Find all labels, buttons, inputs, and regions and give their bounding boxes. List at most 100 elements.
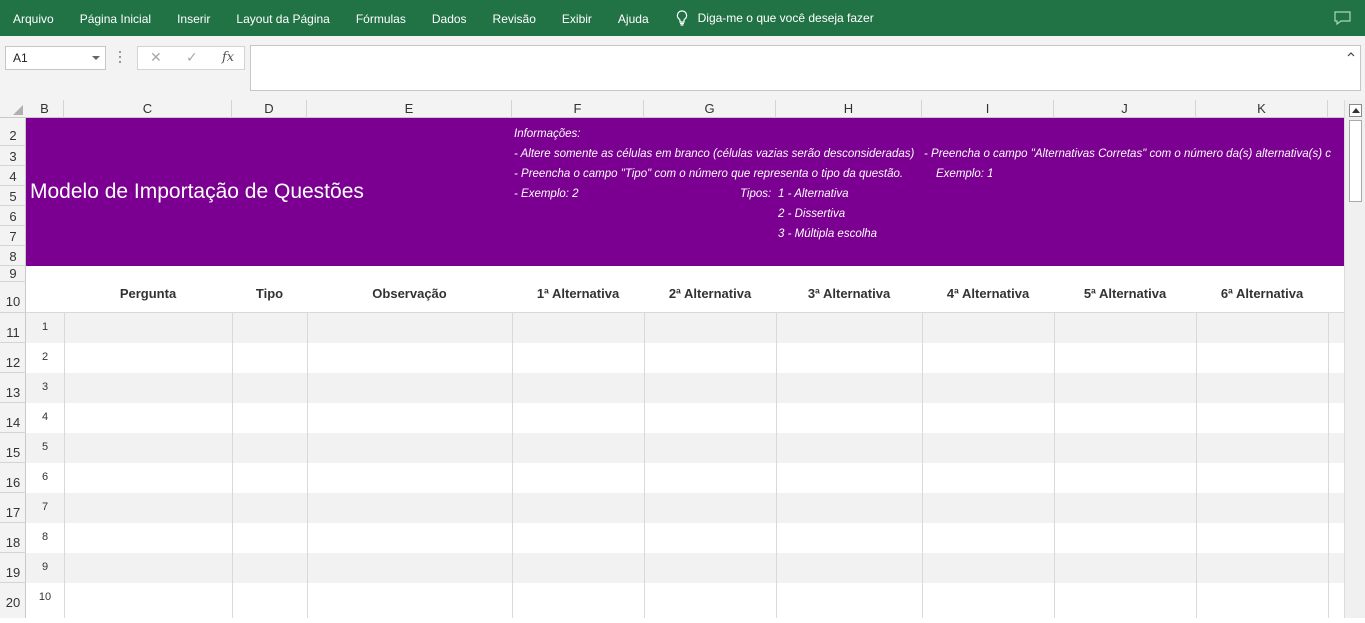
ribbon-menu-bar: Arquivo Página Inicial Inserir Layout da… xyxy=(0,0,1365,36)
header-pergunta[interactable]: Pergunta xyxy=(64,286,232,301)
tipo-item: 1 - Alternativa xyxy=(778,188,849,200)
tipo-item: 3 - Múltipla escolha xyxy=(778,228,878,240)
name-box[interactable]: A1 xyxy=(5,46,106,70)
row-header[interactable]: 14 xyxy=(0,403,26,433)
cancel-icon[interactable]: ✕ xyxy=(150,49,162,66)
info-line: Exemplo: 1 xyxy=(936,168,992,180)
row-header[interactable]: 15 xyxy=(0,433,26,463)
tab-exibir[interactable]: Exibir xyxy=(549,0,605,36)
question-number: 6 xyxy=(41,471,49,483)
header-alternativa-3[interactable]: 3ª Alternativa xyxy=(776,286,922,301)
tab-layout-da-pagina[interactable]: Layout da Página xyxy=(223,0,342,36)
question-number: 5 xyxy=(41,441,49,453)
row-header[interactable]: 9 xyxy=(0,266,26,282)
row-header[interactable]: 20 xyxy=(0,583,26,618)
comment-icon[interactable] xyxy=(1334,11,1351,25)
table-row[interactable]: 1 xyxy=(26,313,1344,343)
row-header[interactable]: 10 xyxy=(0,282,26,313)
tell-me-label: Diga-me o que você deseja fazer xyxy=(697,11,874,25)
row-header[interactable]: 4 xyxy=(0,166,26,186)
info-line: - Altere somente as células em branco (c… xyxy=(514,148,915,160)
row-header[interactable]: 12 xyxy=(0,343,26,373)
table-row[interactable]: 6 xyxy=(26,463,1344,493)
check-icon[interactable]: ✓ xyxy=(186,49,198,66)
column-header-e[interactable]: E xyxy=(307,100,512,118)
column-header-j[interactable]: J xyxy=(1054,100,1196,118)
row-header[interactable]: 11 xyxy=(0,313,26,343)
table-row[interactable]: 8 xyxy=(26,523,1344,553)
header-tipo[interactable]: Tipo xyxy=(232,286,307,301)
column-divider xyxy=(1054,313,1055,618)
column-header-c[interactable]: C xyxy=(64,100,232,118)
select-all-corner[interactable] xyxy=(13,105,23,115)
tab-arquivo[interactable]: Arquivo xyxy=(0,0,67,36)
header-alternativa-1[interactable]: 1ª Alternativa xyxy=(512,286,644,301)
question-number: 8 xyxy=(41,531,49,543)
tab-ajuda[interactable]: Ajuda xyxy=(605,0,662,36)
table-row[interactable]: 9 xyxy=(26,553,1344,583)
scrollbar-thumb[interactable] xyxy=(1349,120,1362,202)
column-header-b[interactable]: B xyxy=(26,100,64,118)
row-header[interactable]: 5 xyxy=(0,186,26,206)
info-line: - Preencha o campo "Tipo" com o número q… xyxy=(514,168,904,180)
row-header[interactable]: 13 xyxy=(0,373,26,403)
formula-input[interactable] xyxy=(250,45,1361,91)
question-number: 9 xyxy=(41,561,49,573)
name-box-value: A1 xyxy=(13,51,28,65)
header-alternativa-6[interactable]: 6ª Alternativa xyxy=(1196,286,1328,301)
row-header[interactable]: 3 xyxy=(0,146,26,166)
column-divider xyxy=(512,313,513,618)
chevron-down-icon[interactable] xyxy=(92,56,100,60)
drag-handle-icon[interactable] xyxy=(119,51,122,65)
header-alternativa-2[interactable]: 2ª Alternativa xyxy=(644,286,776,301)
table-row[interactable]: 7 xyxy=(26,493,1344,523)
header-alternativa-4[interactable]: 4ª Alternativa xyxy=(922,286,1054,301)
page-title: Modelo de Importação de Questões xyxy=(30,180,364,203)
column-divider xyxy=(64,313,65,618)
tab-revisao[interactable]: Revisão xyxy=(480,0,549,36)
row-header[interactable]: 8 xyxy=(0,246,26,266)
table-row[interactable]: 4 xyxy=(26,403,1344,433)
header-observacao[interactable]: Observação xyxy=(307,286,512,301)
tell-me-search[interactable]: Diga-me o que você deseja fazer xyxy=(676,0,874,36)
row-header[interactable]: 16 xyxy=(0,463,26,493)
info-heading: Informações: xyxy=(514,128,581,140)
row-header[interactable]: 7 xyxy=(0,226,26,246)
column-header-k[interactable]: K xyxy=(1196,100,1328,118)
tab-dados[interactable]: Dados xyxy=(419,0,480,36)
row-header[interactable]: 17 xyxy=(0,493,26,523)
formula-buttons: ✕ ✓ fx xyxy=(137,46,245,70)
column-header-h[interactable]: H xyxy=(776,100,922,118)
header-banner[interactable]: Modelo de Importação de Questões Informa… xyxy=(26,118,1344,266)
row-header[interactable]: 6 xyxy=(0,206,26,226)
question-number: 3 xyxy=(41,381,49,393)
chevron-up-icon[interactable] xyxy=(1347,51,1355,57)
table-row[interactable]: 2 xyxy=(26,343,1344,373)
column-divider xyxy=(232,313,233,618)
column-divider xyxy=(776,313,777,618)
tab-formulas[interactable]: Fórmulas xyxy=(343,0,419,36)
column-divider xyxy=(644,313,645,618)
worksheet-grid[interactable]: Modelo de Importação de Questões Informa… xyxy=(26,118,1344,618)
row-header[interactable]: 2 xyxy=(0,118,26,146)
column-header-g[interactable]: G xyxy=(644,100,776,118)
row-header[interactable]: 19 xyxy=(0,553,26,583)
header-alternativa-5[interactable]: 5ª Alternativa xyxy=(1054,286,1196,301)
scroll-up-icon[interactable] xyxy=(1349,104,1362,117)
question-number: 4 xyxy=(41,411,49,423)
vertical-scrollbar[interactable] xyxy=(1344,100,1365,618)
table-header-row: Pergunta Tipo Observação 1ª Alternativa … xyxy=(26,266,1344,313)
column-header-f[interactable]: F xyxy=(512,100,644,118)
table-row[interactable]: 5 xyxy=(26,433,1344,463)
column-divider xyxy=(1196,313,1197,618)
row-header[interactable]: 18 xyxy=(0,523,26,553)
tab-inserir[interactable]: Inserir xyxy=(164,0,223,36)
column-divider xyxy=(922,313,923,618)
column-header-i[interactable]: I xyxy=(922,100,1054,118)
table-row[interactable]: 10 xyxy=(26,583,1344,613)
column-divider xyxy=(1328,313,1329,618)
column-header-d[interactable]: D xyxy=(232,100,307,118)
insert-function-icon[interactable]: fx xyxy=(222,50,234,65)
table-row[interactable]: 3 xyxy=(26,373,1344,403)
tab-pagina-inicial[interactable]: Página Inicial xyxy=(67,0,164,36)
